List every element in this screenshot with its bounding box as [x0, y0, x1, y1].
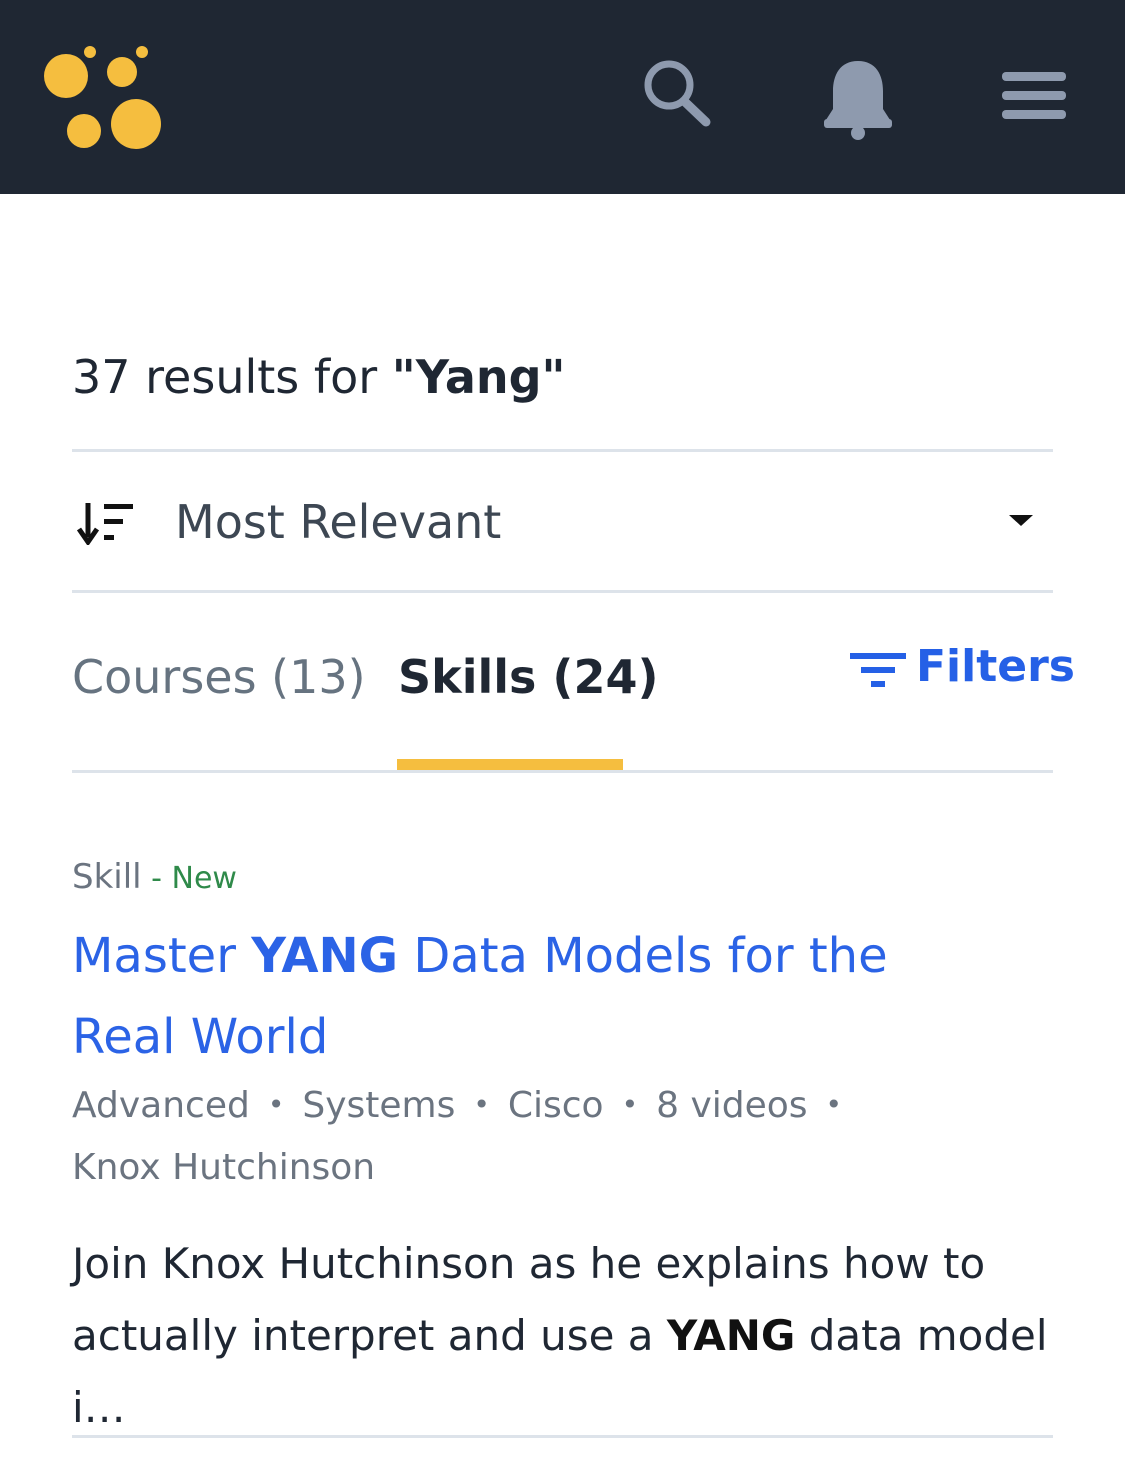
- results-count-heading: 37 results for "Yang": [72, 350, 566, 404]
- sort-descending-icon: [76, 501, 134, 547]
- dots-logo-icon[interactable]: [40, 42, 166, 152]
- meta-level: Advanced: [72, 1085, 250, 1126]
- new-badge: - New: [141, 861, 237, 896]
- filters-label: Filters: [916, 641, 1075, 692]
- meta-vendor: Cisco: [507, 1085, 604, 1126]
- results-count-text: 37 results for: [72, 350, 392, 404]
- bell-icon[interactable]: [820, 57, 896, 141]
- divider: [72, 449, 1053, 452]
- top-navigation-bar: [0, 0, 1125, 194]
- tab-skills[interactable]: Skills (24): [398, 650, 658, 704]
- divider: [72, 1435, 1053, 1438]
- title-highlight: YANG: [251, 928, 399, 984]
- tab-courses[interactable]: Courses (13): [72, 650, 366, 704]
- search-icon[interactable]: [638, 55, 716, 130]
- desc-highlight: YANG: [666, 1311, 796, 1360]
- result-type: Skill: [72, 857, 142, 897]
- result-meta: Advanced • Systems • Cisco • 8 videos • Knox Hut…: [72, 1074, 972, 1199]
- title-text: Master: [72, 928, 252, 984]
- search-query-text: "Yang": [391, 350, 566, 404]
- filter-icon: [850, 653, 906, 687]
- meta-separator: •: [621, 1088, 639, 1121]
- meta-separator: •: [825, 1088, 843, 1121]
- sort-label: Most Relevant: [175, 495, 502, 549]
- result-description: Join Knox Hutchinson as he explains how …: [72, 1228, 1053, 1444]
- divider: [72, 770, 1053, 773]
- meta-video-count: 8 videos: [656, 1085, 808, 1126]
- meta-separator: •: [267, 1088, 285, 1121]
- caret-down-icon[interactable]: [1009, 515, 1033, 526]
- meta-trainer: Knox Hutchinson: [72, 1147, 376, 1188]
- result-type-label: Skill - New: [72, 857, 237, 897]
- hamburger-menu-icon[interactable]: [998, 66, 1070, 126]
- result-title-link[interactable]: Master YANG Data Models for the Real Wor…: [72, 916, 1002, 1078]
- meta-separator: •: [473, 1088, 490, 1121]
- meta-category: Systems: [302, 1085, 456, 1126]
- divider: [72, 590, 1053, 593]
